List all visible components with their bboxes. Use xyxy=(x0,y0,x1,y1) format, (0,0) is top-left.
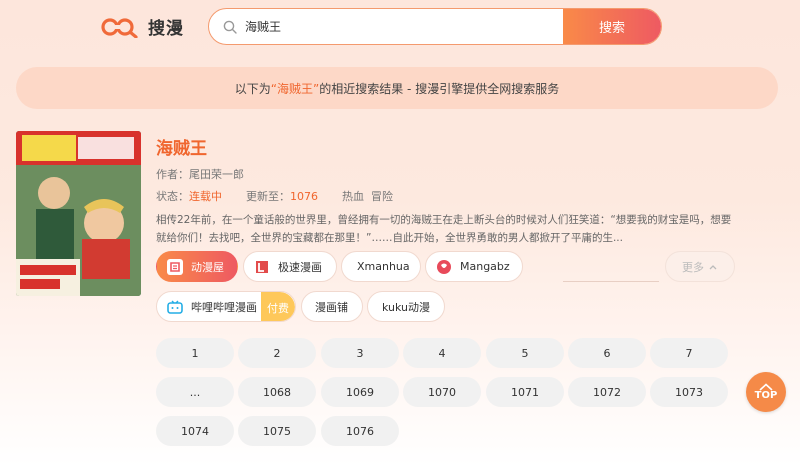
update-label: 更新至： xyxy=(246,190,290,203)
source-label: 动漫屋 xyxy=(191,260,224,274)
status-label: 状态： xyxy=(156,190,189,203)
back-to-top-button[interactable]: TOP xyxy=(746,372,786,412)
comic-title[interactable]: 海贼王 xyxy=(156,134,207,159)
logo[interactable]: 搜漫 xyxy=(100,14,184,39)
search-notice: 以下为 “海贼王” 的相近搜索结果 - 搜漫引擎提供全网搜索服务 xyxy=(16,67,778,109)
chapter-button[interactable]: 1070 xyxy=(403,377,481,407)
source-dongmanwu[interactable]: 动漫屋 xyxy=(156,251,238,282)
more-label: 更多 xyxy=(682,260,704,274)
notice-suffix: 的相近搜索结果 - 搜漫引擎提供全网搜索服务 xyxy=(319,81,560,96)
notice-prefix: 以下为 xyxy=(234,81,271,96)
tags: 热血 冒险 xyxy=(342,190,393,203)
update-row: 更新至：1076 xyxy=(246,188,318,204)
logo-text: 搜漫 xyxy=(148,19,184,39)
author-row: 作者：尾田荣一郎 xyxy=(156,166,244,182)
chapter-button[interactable]: 1 xyxy=(156,338,234,368)
source-xmanhua[interactable]: Xmanhua xyxy=(341,251,421,282)
chapter-ellipsis[interactable]: ... xyxy=(156,377,234,407)
status-row: 状态：连载中 xyxy=(156,188,222,204)
source-label: Xmanhua xyxy=(357,260,410,273)
paid-badge: 付费 xyxy=(261,292,295,321)
source-label: 极速漫画 xyxy=(278,260,322,274)
chapter-button[interactable]: 1073 xyxy=(650,377,728,407)
header: 搜漫 搜索 xyxy=(0,0,800,56)
dongmanwu-icon xyxy=(167,258,183,275)
chapter-button[interactable]: 4 xyxy=(403,338,481,368)
chapter-button[interactable]: 2 xyxy=(238,338,316,368)
chapter-button[interactable]: 1076 xyxy=(321,416,399,446)
chevron-up-icon xyxy=(709,264,717,269)
chapter-button[interactable]: 3 xyxy=(321,338,399,368)
latest-chapter: 1076 xyxy=(290,190,318,203)
source-bilibili[interactable]: 哔哩哔哩漫画 付费 xyxy=(156,291,296,322)
chapter-button[interactable]: 1075 xyxy=(238,416,316,446)
chapter-button[interactable]: 7 xyxy=(650,338,728,368)
chapter-button[interactable]: 1074 xyxy=(156,416,234,446)
source-mangabz[interactable]: Mangabz xyxy=(425,251,523,282)
more-sources-button[interactable]: 更多 xyxy=(665,251,735,282)
source-kuku[interactable]: kuku动漫 xyxy=(367,291,445,322)
source-label: Mangabz xyxy=(460,260,510,273)
chapter-button[interactable]: 1071 xyxy=(486,377,564,407)
bilibili-icon xyxy=(167,299,183,315)
cover-illustration xyxy=(16,131,141,296)
status-value: 连载中 xyxy=(189,190,222,203)
chapter-button[interactable]: 1069 xyxy=(321,377,399,407)
logo-icon xyxy=(101,17,138,38)
chapter-button[interactable]: 5 xyxy=(486,338,564,368)
comic-cover[interactable] xyxy=(16,131,141,296)
top-label: TOP xyxy=(754,390,778,401)
notice-keyword: “海贼王” xyxy=(270,81,320,96)
author-name: 尾田荣一郎 xyxy=(189,168,244,181)
divider xyxy=(563,281,659,282)
chapter-button[interactable]: 6 xyxy=(568,338,646,368)
source-jisu[interactable]: 极速漫画 xyxy=(243,251,337,282)
jisu-icon xyxy=(254,258,270,275)
source-label: kuku动漫 xyxy=(382,300,431,314)
author-label: 作者： xyxy=(156,168,189,181)
mangabz-icon xyxy=(436,259,452,275)
search-box: 搜索 xyxy=(208,8,662,45)
search-button[interactable]: 搜索 xyxy=(563,9,661,44)
search-input[interactable] xyxy=(245,9,563,44)
source-label: 漫画铺 xyxy=(315,300,348,314)
chapter-button[interactable]: 1068 xyxy=(238,377,316,407)
search-icon xyxy=(223,20,237,34)
source-manhuapu[interactable]: 漫画铺 xyxy=(301,291,363,322)
chapter-button[interactable]: 1072 xyxy=(568,377,646,407)
source-label: 哔哩哔哩漫画 xyxy=(191,300,257,314)
comic-description: 相传22年前，在一个童话般的世界里，曾经拥有一切的海贼王在走上断头台的时候对人们… xyxy=(156,214,732,244)
